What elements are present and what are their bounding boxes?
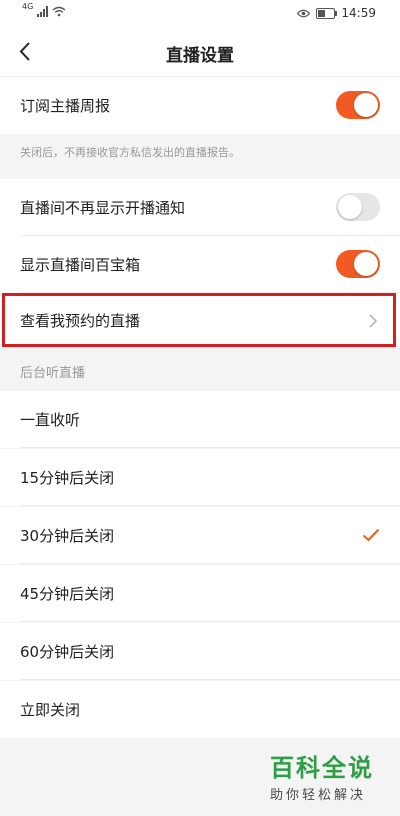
listen-option[interactable]: 15分钟后关闭 — [0, 449, 400, 506]
network-type: 4G — [22, 2, 34, 11]
divider — [20, 621, 400, 622]
section-title-background-listen: 后台听直播 — [20, 366, 86, 381]
eye-icon — [297, 9, 311, 17]
my-reservations-item[interactable]: 查看我预约的直播 — [0, 293, 400, 347]
show-treasure-box-toggle[interactable] — [336, 250, 380, 278]
listen-option[interactable]: 45分钟后关闭 — [0, 565, 400, 622]
option-label: 30分钟后关闭 — [20, 527, 115, 545]
checkmark-icon — [362, 528, 380, 542]
watermark: 百科全说 助你轻松解决 — [270, 754, 390, 812]
watermark-subtitle: 助你轻松解决 — [270, 788, 367, 803]
listen-option[interactable]: 60分钟后关闭 — [0, 623, 400, 680]
setting-weekly-report: 订阅主播周报 — [0, 77, 400, 134]
status-left: 4G — [22, 2, 66, 17]
status-right: 14:59 — [297, 6, 376, 20]
status-bar: 4G 14:59 — [0, 0, 400, 28]
signal-icon — [37, 5, 49, 17]
option-label: 立即关闭 — [20, 701, 81, 719]
weekly-report-toggle[interactable] — [336, 91, 380, 119]
hide-start-notice-toggle[interactable] — [336, 193, 380, 221]
chevron-right-icon — [369, 314, 378, 328]
setting-label: 显示直播间百宝箱 — [20, 256, 141, 274]
status-time: 14:59 — [341, 6, 376, 20]
setting-label: 查看我预约的直播 — [20, 311, 141, 330]
battery-icon — [316, 7, 338, 19]
divider — [20, 679, 400, 680]
setting-show-treasure-box: 显示直播间百宝箱 — [0, 236, 400, 293]
listen-option[interactable]: 一直收听 — [0, 391, 400, 448]
toggle-knob — [338, 195, 362, 219]
divider — [20, 447, 400, 448]
wifi-icon — [52, 6, 66, 17]
header-bar: 直播设置 — [0, 28, 400, 77]
weekly-report-hint: 关闭后，不再接收官方私信发出的直播报告。 — [20, 146, 240, 159]
option-label: 45分钟后关闭 — [20, 585, 115, 603]
option-label: 15分钟后关闭 — [20, 469, 115, 487]
option-label: 60分钟后关闭 — [20, 643, 115, 661]
option-label: 一直收听 — [20, 411, 81, 429]
watermark-title: 百科全说 — [270, 754, 374, 782]
setting-label: 订阅主播周报 — [20, 97, 111, 115]
page-title: 直播设置 — [166, 46, 234, 66]
divider — [20, 505, 400, 506]
toggle-knob — [354, 93, 378, 117]
listen-option-selected[interactable]: 30分钟后关闭 — [0, 507, 400, 564]
listen-option[interactable]: 立即关闭 — [0, 681, 400, 738]
setting-label: 直播间不再显示开播通知 — [20, 199, 186, 217]
setting-hide-start-notice: 直播间不再显示开播通知 — [0, 179, 400, 236]
toggle-knob — [354, 252, 378, 276]
divider — [20, 563, 400, 564]
